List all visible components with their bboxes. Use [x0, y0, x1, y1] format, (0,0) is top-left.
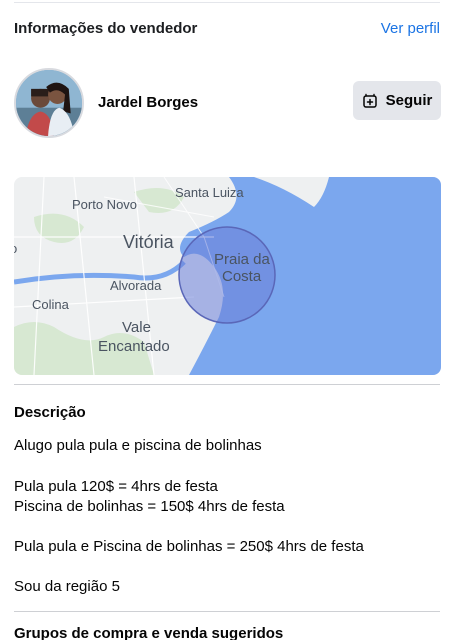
- description-title: Descrição: [14, 404, 86, 421]
- map-label-encantado: Encantado: [98, 338, 170, 355]
- seller-info-header: Informações do vendedor Ver perfil: [14, 20, 440, 42]
- description-line: Alugo pula pula e piscina de bolinhas: [14, 437, 262, 454]
- follow-button[interactable]: Seguir: [353, 81, 441, 120]
- follow-icon: [362, 93, 378, 109]
- seller-avatar[interactable]: [14, 68, 84, 138]
- map-label-alvorada: Alvorada: [110, 278, 162, 293]
- seller-name[interactable]: Jardel Borges: [98, 94, 198, 111]
- section-divider: [14, 384, 440, 385]
- map-label-edge: o: [14, 241, 17, 256]
- description-line: Pula pula e Piscina de bolinhas = 250$ 4…: [14, 538, 364, 555]
- location-map[interactable]: Santa Luiza Porto Novo Vitória Praia da …: [14, 177, 441, 375]
- map-label-costa: Costa: [222, 268, 262, 285]
- map-label-colina: Colina: [32, 297, 69, 312]
- map-label-santa-luiza: Santa Luiza: [175, 185, 244, 200]
- description-line: Piscina de bolinhas = 150$ 4hrs de festa: [14, 498, 285, 515]
- description-section: Descrição Alugo pula pula e piscina de b…: [14, 404, 440, 595]
- avatar-photo: [16, 70, 82, 136]
- map-label-vale: Vale: [122, 319, 151, 336]
- description-line: Pula pula 120$ = 4hrs de festa: [14, 478, 218, 495]
- top-divider: [14, 2, 440, 3]
- view-profile-link[interactable]: Ver perfil: [381, 20, 440, 37]
- map-label-praia-da: Praia da: [214, 251, 270, 268]
- map-label-porto-novo: Porto Novo: [72, 197, 138, 212]
- map-label-vitoria: Vitória: [123, 232, 174, 252]
- section-divider: [14, 611, 440, 612]
- description-line: Sou da região 5: [14, 578, 120, 595]
- seller-info-title: Informações do vendedor: [14, 20, 198, 37]
- suggested-groups-title: Grupos de compra e venda sugeridos: [14, 625, 284, 640]
- follow-label: Seguir: [385, 92, 433, 109]
